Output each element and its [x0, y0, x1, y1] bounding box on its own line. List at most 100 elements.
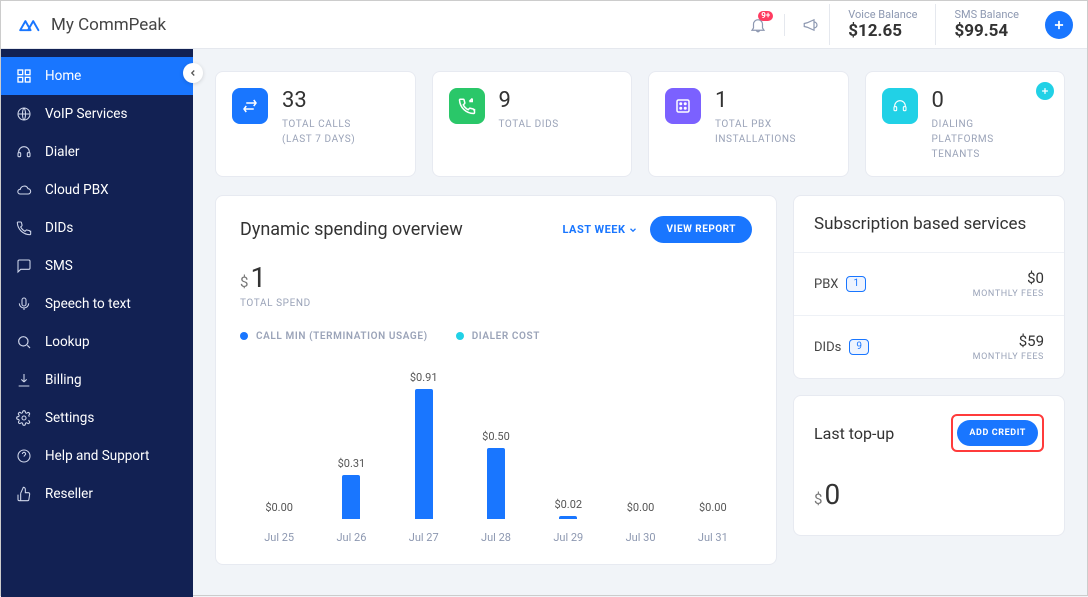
stats-row: 33TOTAL CALLS(LAST 7 DAYS) 9 TOTAL DIDS 1 TO… — [215, 71, 1065, 177]
swap-icon — [232, 88, 268, 124]
sidebar-item-label: Dialer — [45, 144, 80, 160]
stat-value: 1 — [715, 88, 796, 113]
sidebar-item-label: Speech to text — [45, 296, 131, 312]
help-icon — [15, 447, 33, 465]
globe-icon — [15, 105, 33, 123]
collapse-sidebar-button[interactable] — [183, 63, 203, 83]
add-credit-highlight: ADD CREDIT — [951, 414, 1044, 452]
header-divider — [784, 14, 785, 36]
bar-x-label: Jul 28 — [481, 531, 511, 544]
stat-card[interactable]: 33TOTAL CALLS(LAST 7 DAYS) — [215, 71, 416, 177]
sidebar-item-dids[interactable]: DIDs — [1, 209, 193, 247]
voice-balance-label: Voice Balance — [848, 8, 917, 21]
subscription-price: $0 — [973, 269, 1044, 287]
sidebar-item-label: Billing — [45, 372, 82, 388]
bar-x-label: Jul 29 — [553, 531, 583, 544]
stat-card[interactable]: 0DIALINGPLATFORMSTENANTS — [865, 71, 1066, 177]
call-icon — [449, 88, 485, 124]
bar-column: $0.02 Jul 29 — [535, 498, 601, 544]
topup-amount: $0 — [814, 478, 1044, 511]
headset-icon — [882, 88, 918, 124]
voice-balance-value: $12.65 — [848, 21, 917, 41]
notification-count-badge: 9+ — [758, 11, 773, 21]
sidebar-item-label: Reseller — [45, 486, 93, 502]
voice-balance: Voice Balance $12.65 — [829, 4, 935, 45]
sidebar-item-voip-services[interactable]: VoIP Services — [1, 95, 193, 133]
bar — [487, 448, 505, 519]
bar-value-label: $0.50 — [482, 430, 510, 443]
bar-x-label: Jul 27 — [409, 531, 439, 544]
sidebar-item-sms[interactable]: SMS — [1, 247, 193, 285]
sidebar-item-billing[interactable]: Billing — [1, 361, 193, 399]
sidebar-item-reseller[interactable]: Reseller — [1, 475, 193, 513]
megaphone-button[interactable] — [793, 7, 829, 43]
subscription-card: Subscription based services PBX1$0MONTHL… — [793, 195, 1065, 379]
view-report-button[interactable]: VIEW REPORT — [650, 216, 752, 243]
sms-balance-value: $99.54 — [954, 21, 1019, 41]
legend-item: DIALER COST — [456, 331, 540, 342]
add-credit-button[interactable]: ADD CREDIT — [957, 420, 1038, 446]
sidebar-item-lookup[interactable]: Lookup — [1, 323, 193, 361]
sidebar-item-label: Settings — [45, 410, 94, 426]
sidebar-item-label: Home — [45, 68, 81, 84]
grid-icon — [15, 67, 33, 85]
add-balance-button[interactable] — [1045, 11, 1073, 39]
stat-label: TOTAL DIDS — [499, 117, 559, 132]
stat-label: TOTAL PBXINSTALLATIONS — [715, 117, 796, 147]
bar-x-label: Jul 31 — [698, 531, 728, 544]
bar — [559, 516, 577, 519]
subscription-row[interactable]: DIDs9$59MONTHLY FEES — [794, 315, 1064, 378]
sidebar-item-label: Lookup — [45, 334, 90, 350]
stat-card[interactable]: 1 TOTAL PBXINSTALLATIONS — [648, 71, 849, 177]
total-spend-label: TOTAL SPEND — [240, 298, 752, 309]
sidebar-item-cloud-pbx[interactable]: Cloud PBX — [1, 171, 193, 209]
stat-value: 9 — [499, 88, 559, 113]
app-title: My CommPeak — [51, 15, 166, 35]
phone-icon — [15, 219, 33, 237]
chart-legend: CALL MIN (TERMINATION USAGE) DIALER COST — [240, 331, 752, 342]
sidebar-item-help-and-support[interactable]: Help and Support — [1, 437, 193, 475]
bar-column: $0.50 Jul 28 — [463, 430, 529, 544]
bar — [342, 475, 360, 519]
bar-column: $0.31Jul 26 — [318, 457, 384, 544]
bar-value-label: $0.02 — [554, 498, 582, 511]
sidebar-item-label: Cloud PBX — [45, 182, 109, 198]
sms-balance: SMS Balance $99.54 — [935, 4, 1037, 45]
stat-label: DIALINGPLATFORMSTENANTS — [932, 117, 994, 162]
bar — [415, 389, 433, 519]
bar-column: $0.00 Jul 31 — [680, 501, 746, 544]
legend-item: CALL MIN (TERMINATION USAGE) — [240, 331, 428, 342]
subscription-name: PBX — [814, 277, 838, 292]
sidebar-item-label: DIDs — [45, 220, 73, 236]
chevron-down-icon — [628, 225, 638, 235]
stat-card[interactable]: 9 TOTAL DIDS — [432, 71, 633, 177]
stat-label: TOTAL CALLS(LAST 7 DAYS) — [282, 117, 355, 147]
gear-icon — [15, 409, 33, 427]
spending-overview-card: Dynamic spending overview LAST WEEK VIEW… — [215, 195, 777, 565]
sidebar-item-speech-to-text[interactable]: Speech to text — [1, 285, 193, 323]
notifications-bell-button[interactable]: 9+ — [740, 7, 776, 43]
bar-value-label: $0.00 — [699, 501, 727, 514]
range-selector[interactable]: LAST WEEK — [563, 223, 639, 236]
thumb-icon — [15, 485, 33, 503]
subscription-price: $59 — [973, 332, 1044, 350]
bar-value-label: $0.00 — [627, 501, 655, 514]
subscription-row[interactable]: PBX1$0MONTHLY FEES — [794, 252, 1064, 315]
main-content: 33TOTAL CALLS(LAST 7 DAYS) 9 TOTAL DIDS 1 TO… — [193, 49, 1087, 597]
bar-value-label: $0.31 — [338, 457, 366, 470]
add-tenant-button[interactable] — [1036, 82, 1054, 100]
sidebar-item-home[interactable]: Home — [1, 57, 193, 95]
sidebar: Home VoIP Services Dialer Cloud PBX DIDs SMS S… — [1, 49, 193, 597]
subscription-price-sub: MONTHLY FEES — [973, 289, 1044, 299]
sidebar-item-dialer[interactable]: Dialer — [1, 133, 193, 171]
topup-title: Last top-up — [814, 424, 951, 443]
bar-column: $0.00Jul 25 — [246, 501, 312, 544]
sidebar-item-label: Help and Support — [45, 448, 149, 464]
download-icon — [15, 371, 33, 389]
sidebar-item-label: SMS — [45, 258, 73, 274]
chart-title: Dynamic spending overview — [240, 219, 563, 240]
cloud-icon — [15, 181, 33, 199]
sidebar-item-settings[interactable]: Settings — [1, 399, 193, 437]
search-icon — [15, 333, 33, 351]
pbx-icon — [665, 88, 701, 124]
